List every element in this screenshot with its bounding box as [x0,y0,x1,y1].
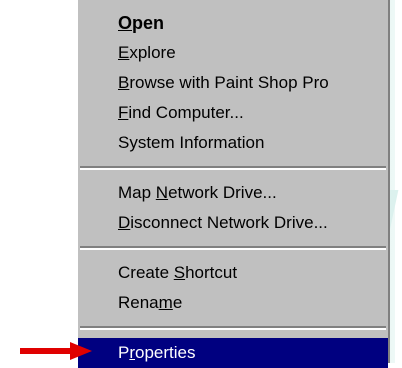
menu-item-browse-accelerator: B [118,73,130,92]
context-menu: Open Explore Browse with Paint Shop Pro … [78,0,390,368]
menu-item-find-computer[interactable]: Find Computer... [78,98,388,128]
red-arrow-icon [20,342,92,360]
menu-item-create-shortcut-text-post: hortcut [185,263,238,282]
menu-separator [80,246,386,250]
menu-item-system-information-text: System Information [118,133,265,152]
menu-item-properties-text-post: operties [135,343,196,362]
menu-item-disconnect-network-drive[interactable]: Disconnect Network Drive... [78,208,388,238]
menu-item-map-text-pre: Map [118,183,156,202]
menu-item-find-text-post: ind Computer... [128,103,244,122]
menu-item-disconnect-text-post: isconnect Network Drive... [130,213,328,232]
menu-item-rename-text-pre: Rena [118,293,159,312]
menu-item-create-shortcut[interactable]: Create Shortcut [78,258,388,288]
menu-item-explore[interactable]: Explore [78,38,388,68]
menu-item-map-text-post: etwork Drive... [168,183,277,202]
menu-item-browse-text-post: rowse with Paint Shop Pro [129,73,329,92]
menu-item-open-text-post: pen [132,13,165,33]
menu-item-rename[interactable]: Rename [78,288,388,318]
menu-item-map-network-drive[interactable]: Map Network Drive... [78,178,388,208]
menu-separator [80,326,386,330]
menu-item-open[interactable]: Open [78,8,388,38]
menu-item-create-shortcut-text-pre: Create [118,263,174,282]
menu-item-system-information[interactable]: System Information [78,128,388,158]
menu-item-properties-text-pre: P [118,343,130,362]
menu-item-explore-text-post: xplore [129,43,176,62]
menu-item-properties[interactable]: Properties [78,338,388,368]
menu-separator [80,166,386,170]
menu-item-map-accelerator: N [155,183,169,202]
menu-item-disconnect-accelerator: D [118,213,131,232]
menu-item-rename-text-post: e [172,293,183,312]
menu-item-explore-accelerator: E [118,43,130,62]
menu-item-browse-with-paint-shop-pro[interactable]: Browse with Paint Shop Pro [78,68,388,98]
menu-item-find-accelerator: F [118,103,129,122]
menu-item-open-accelerator: O [118,13,133,33]
menu-item-create-shortcut-accelerator: S [173,263,186,282]
menu-item-rename-accelerator: m [158,293,173,312]
